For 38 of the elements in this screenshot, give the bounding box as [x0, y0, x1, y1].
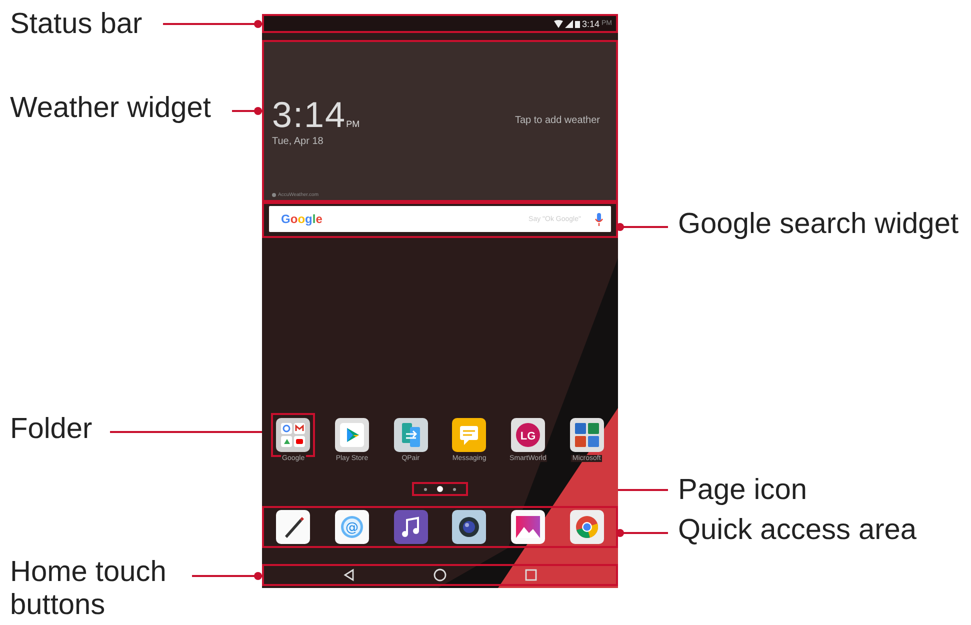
- callout-label: Weather widget: [10, 92, 211, 126]
- page-dot[interactable]: [453, 488, 456, 490]
- callout-label: Home touch buttons: [10, 556, 168, 623]
- back-icon[interactable]: [342, 568, 356, 582]
- at-sign-text: @: [345, 520, 358, 536]
- folder-app-icon[interactable]: [276, 418, 310, 452]
- recents-icon[interactable]: [524, 568, 538, 582]
- clock-time: 3:14 PM: [272, 94, 360, 136]
- play-app-icon[interactable]: [334, 418, 369, 452]
- camera-app-icon[interactable]: [452, 510, 486, 544]
- page-dot[interactable]: [437, 486, 443, 492]
- messaging-app-icon[interactable]: [452, 418, 486, 452]
- home-icon[interactable]: [432, 568, 447, 582]
- callout-label: Google search widget: [678, 208, 958, 242]
- lg-app-icon[interactable]: LG: [510, 418, 545, 452]
- music-app-icon[interactable]: [394, 510, 428, 544]
- attribution-dot-icon: [272, 193, 276, 197]
- battery-icon: [574, 20, 580, 28]
- chrome-app-icon[interactable]: [570, 510, 604, 544]
- office-app-icon[interactable]: [570, 418, 604, 452]
- status-time: 3:14: [582, 18, 600, 28]
- callout-label: Quick access area: [678, 514, 917, 548]
- callout-label: Page icon: [678, 474, 807, 508]
- callout-label: Status bar: [10, 8, 142, 42]
- gallery-app-icon[interactable]: [510, 510, 545, 544]
- email-app-icon[interactable]: @: [334, 510, 369, 544]
- pen-app-icon[interactable]: [276, 510, 310, 544]
- clock-date: Tue, Apr 18: [272, 136, 324, 146]
- logo-text: LG: [520, 430, 536, 442]
- qpair-app-icon[interactable]: [394, 418, 428, 452]
- callout-label: Folder: [10, 413, 92, 446]
- page-dot[interactable]: [424, 488, 427, 490]
- signal-icon: [564, 20, 573, 28]
- weather-prompt[interactable]: Tap to add weather: [514, 114, 600, 126]
- search-logo: Google: [281, 212, 322, 226]
- wifi-icon: [554, 20, 563, 28]
- microphone-icon[interactable]: [595, 212, 603, 226]
- leader-line: [232, 107, 262, 115]
